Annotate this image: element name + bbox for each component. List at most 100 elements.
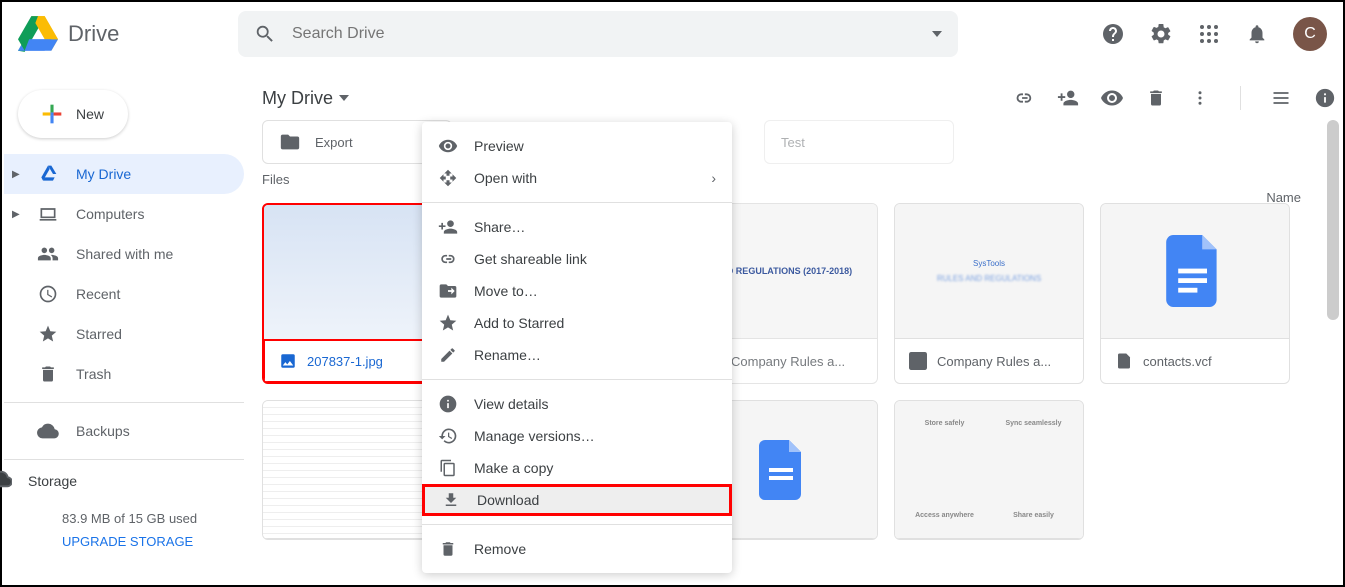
menu-preview[interactable]: Preview <box>422 130 732 162</box>
person-add-icon <box>438 217 458 237</box>
notifications-button[interactable] <box>1245 22 1269 46</box>
nav-label: Starred <box>76 326 122 342</box>
pdf-file-icon <box>909 352 927 370</box>
nav-recent[interactable]: Recent <box>4 274 244 314</box>
menu-manage-versions[interactable]: Manage versions… <box>422 420 732 452</box>
star-icon <box>438 313 458 333</box>
pencil-icon <box>438 345 458 365</box>
chevron-right-icon[interactable]: ▶ <box>12 209 22 220</box>
divider <box>422 202 732 203</box>
nav-label: Trash <box>76 366 111 382</box>
nav-trash[interactable]: Trash <box>4 354 244 394</box>
account-avatar[interactable]: C <box>1293 17 1327 51</box>
menu-get-link[interactable]: Get shareable link <box>422 243 732 275</box>
drive-logo-area[interactable]: Drive <box>18 14 218 54</box>
menu-open-with[interactable]: Open with› <box>422 162 732 194</box>
people-icon <box>36 242 60 266</box>
divider <box>1240 86 1241 110</box>
search-dropdown-icon[interactable] <box>932 29 942 39</box>
divider <box>4 459 244 460</box>
nav-starred[interactable]: Starred <box>4 314 244 354</box>
divider <box>422 379 732 380</box>
files-section-label: Files <box>258 164 1341 195</box>
folder-move-icon <box>438 281 458 301</box>
search-icon <box>254 23 276 45</box>
star-icon <box>36 322 60 346</box>
file-thumbnail <box>1101 204 1289 339</box>
menu-remove[interactable]: Remove <box>422 533 732 565</box>
nav-label: My Drive <box>76 166 131 182</box>
file-name: Company Rules a... <box>731 354 845 369</box>
nav-computers[interactable]: ▶ Computers <box>4 194 244 234</box>
folder-label: Test <box>781 135 805 150</box>
apps-button[interactable] <box>1197 22 1221 46</box>
new-button-label: New <box>76 106 104 122</box>
nav-storage[interactable]: Storage <box>0 468 244 493</box>
info-button[interactable] <box>1313 86 1337 110</box>
file-card[interactable]: SysToolsRULES AND REGULATIONS Company Ru… <box>894 203 1084 384</box>
file-name: 207837-1.jpg <box>307 354 383 369</box>
chevron-right-icon[interactable]: ▶ <box>12 169 22 180</box>
location-title-text: My Drive <box>262 88 333 109</box>
nav-label: Recent <box>76 286 120 302</box>
nav-shared-with-me[interactable]: Shared with me <box>4 234 244 274</box>
location-breadcrumb[interactable]: My Drive <box>262 88 349 109</box>
drive-small-icon <box>36 162 60 186</box>
chevron-down-icon <box>339 93 349 103</box>
nav-backups[interactable]: Backups <box>4 411 244 451</box>
folder-test[interactable]: Test <box>764 120 954 164</box>
menu-add-star[interactable]: Add to Starred <box>422 307 732 339</box>
help-button[interactable] <box>1101 22 1125 46</box>
history-icon <box>438 426 458 446</box>
info-icon <box>438 394 458 414</box>
cloud-icon <box>36 419 60 443</box>
folder-label: Export <box>315 135 353 150</box>
trash-icon <box>36 362 60 386</box>
docs-file-icon <box>1115 352 1133 370</box>
upgrade-storage-link[interactable]: UPGRADE STORAGE <box>62 534 244 549</box>
get-link-button[interactable] <box>1012 86 1036 110</box>
menu-download[interactable]: Download <box>422 484 732 516</box>
search-box[interactable] <box>238 11 958 57</box>
file-card[interactable]: Store safelySync seamlessly Access anywh… <box>894 400 1084 540</box>
nav-label: Shared with me <box>76 246 173 262</box>
eye-icon <box>438 136 458 156</box>
nav-label: Computers <box>76 206 144 222</box>
scrollbar[interactable] <box>1327 120 1339 320</box>
computers-icon <box>36 202 60 226</box>
download-icon <box>441 490 461 510</box>
image-file-icon <box>279 352 297 370</box>
open-with-icon <box>438 168 458 188</box>
nav-my-drive[interactable]: ▶ My Drive <box>4 154 244 194</box>
menu-rename[interactable]: Rename… <box>422 339 732 371</box>
menu-move-to[interactable]: Move to… <box>422 275 732 307</box>
search-input[interactable] <box>292 25 916 43</box>
file-thumbnail: Store safelySync seamlessly Access anywh… <box>895 401 1083 539</box>
drive-logo-icon <box>18 14 58 54</box>
list-view-button[interactable] <box>1269 86 1293 110</box>
preview-button[interactable] <box>1100 86 1124 110</box>
storage-used-text: 83.9 MB of 15 GB used <box>62 511 244 526</box>
copy-icon <box>438 458 458 478</box>
file-thumbnail: SysToolsRULES AND REGULATIONS <box>895 204 1083 339</box>
context-menu: Preview Open with› Share… Get shareable … <box>422 122 732 573</box>
storage-label: Storage <box>28 473 77 489</box>
more-actions-button[interactable] <box>1188 86 1212 110</box>
delete-button[interactable] <box>1144 86 1168 110</box>
folder-icon <box>279 131 301 153</box>
share-person-button[interactable] <box>1056 86 1080 110</box>
menu-view-details[interactable]: View details <box>422 388 732 420</box>
menu-make-copy[interactable]: Make a copy <box>422 452 732 484</box>
cloud-outline-icon <box>0 468 12 493</box>
file-card[interactable]: contacts.vcf <box>1100 203 1290 384</box>
settings-button[interactable] <box>1149 22 1173 46</box>
app-name: Drive <box>68 21 119 47</box>
trash-icon <box>438 539 458 559</box>
divider <box>422 524 732 525</box>
plus-icon <box>38 100 66 128</box>
file-name: Company Rules a... <box>937 354 1051 369</box>
divider <box>4 402 244 403</box>
nav-label: Backups <box>76 423 130 439</box>
menu-share[interactable]: Share… <box>422 211 732 243</box>
new-button[interactable]: New <box>18 90 128 138</box>
